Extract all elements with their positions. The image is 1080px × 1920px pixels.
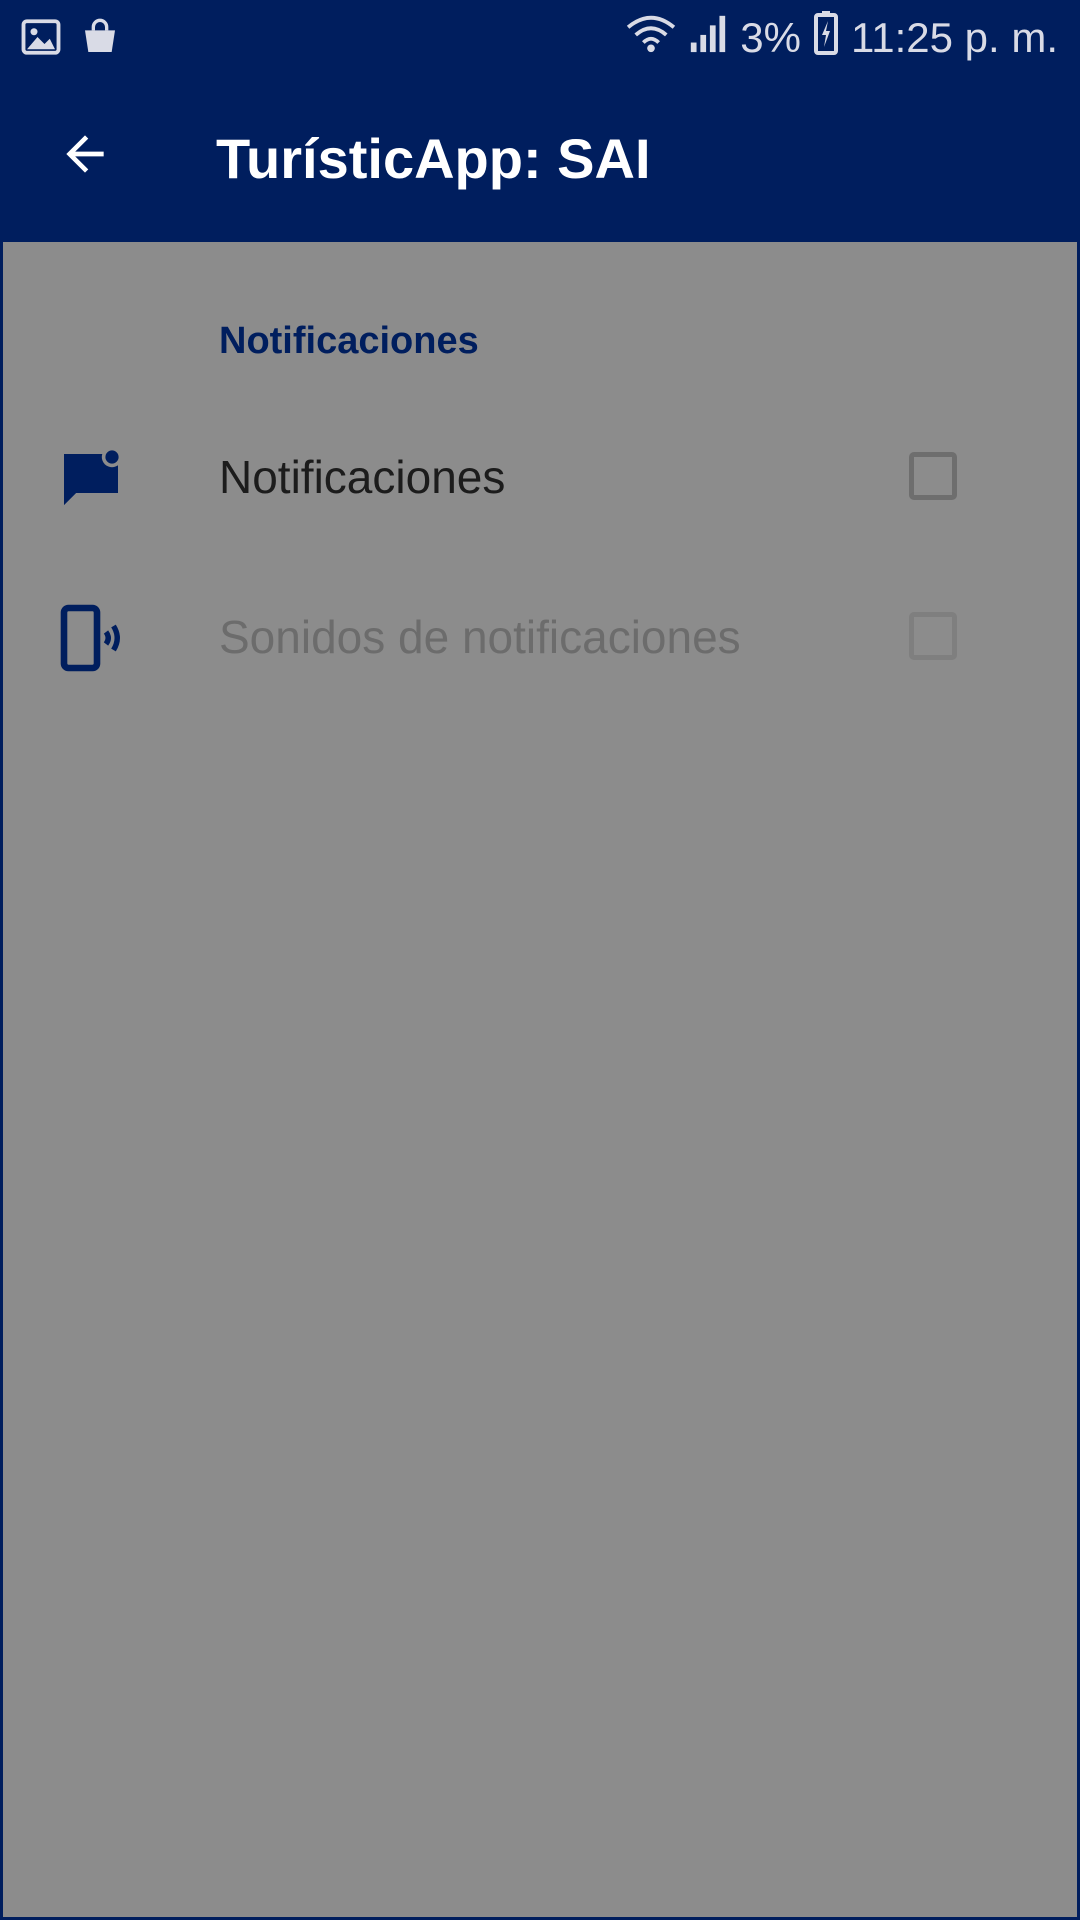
page-title: TurísticApp: SAI: [216, 127, 651, 190]
status-bar-left: [20, 16, 120, 63]
notification-message-icon: [55, 442, 127, 514]
settings-list: Notificaciones Notificaciones Sonidos de…: [0, 242, 1080, 1920]
setting-label: Notificaciones: [219, 451, 506, 503]
setting-notification-sounds[interactable]: Sonidos de notificaciones: [3, 562, 1077, 712]
setting-label: Sonidos de notificaciones: [219, 611, 741, 663]
screen: 3% 11:25 p. m. TurísticApp: SAI Notifica…: [0, 0, 1080, 1920]
back-button[interactable]: [40, 116, 130, 196]
notifications-checkbox[interactable]: [909, 452, 957, 500]
image-icon: [20, 16, 62, 63]
shopping-bag-icon: [80, 16, 120, 63]
signal-icon: [688, 12, 728, 64]
status-bar-right: 3% 11:25 p. m.: [626, 10, 1058, 66]
section-header: Notificaciones: [219, 320, 479, 362]
phone-vibrate-icon: [55, 602, 127, 674]
battery-percent: 3%: [740, 14, 801, 61]
arrow-back-icon: [57, 126, 113, 187]
notification-sounds-checkbox[interactable]: [909, 612, 957, 660]
wifi-icon: [626, 12, 676, 64]
app-bar: TurísticApp: SAI: [0, 76, 1080, 242]
battery-charging-icon: [813, 11, 839, 65]
status-bar: 3% 11:25 p. m.: [0, 0, 1080, 76]
setting-notifications[interactable]: Notificaciones: [3, 402, 1077, 552]
clock: 11:25 p. m.: [850, 14, 1058, 61]
